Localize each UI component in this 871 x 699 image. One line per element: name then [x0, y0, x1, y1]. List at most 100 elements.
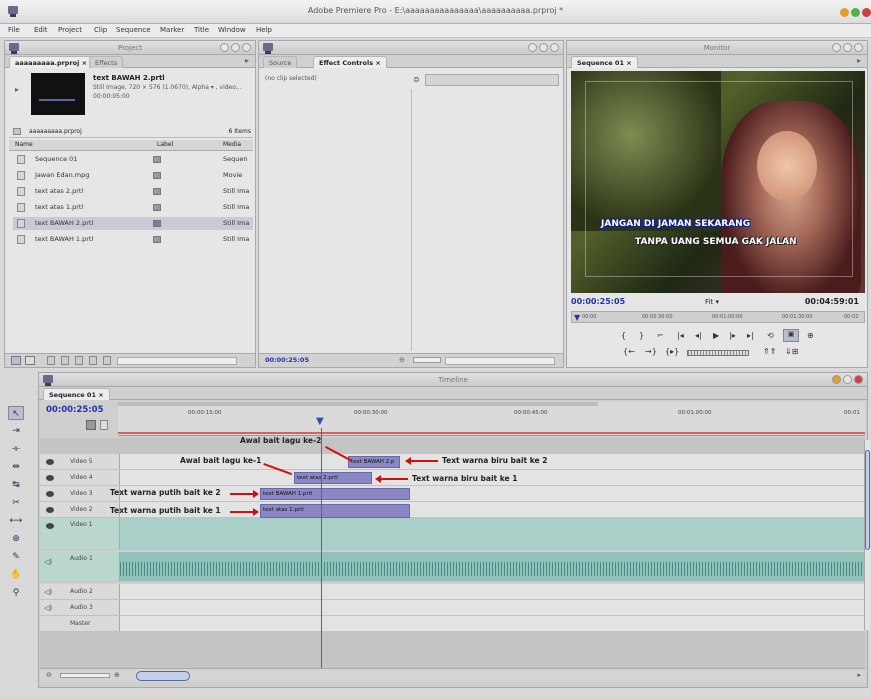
- speaker-icon[interactable]: ◁): [44, 600, 52, 616]
- tab-project[interactable]: aaaaaaaaa.prproj ×: [9, 56, 94, 68]
- tab-source[interactable]: Source: [263, 56, 298, 68]
- minimize-button[interactable]: [840, 8, 849, 17]
- effect-timecode[interactable]: 00:00:25:05: [265, 356, 309, 364]
- col-label[interactable]: Label: [157, 141, 173, 148]
- new-bin-icon[interactable]: [75, 356, 83, 365]
- selection-tool-icon[interactable]: ↖: [8, 406, 24, 420]
- track-select-tool-icon[interactable]: ⇥: [8, 424, 24, 438]
- menu-file[interactable]: File: [8, 26, 20, 34]
- zoom-out-icon[interactable]: ⊖: [399, 356, 405, 364]
- slide-tool-icon[interactable]: ⊕: [8, 532, 24, 546]
- new-item-icon[interactable]: [89, 356, 97, 365]
- timeline-scroll-thumb[interactable]: [136, 671, 190, 681]
- maximize-button[interactable]: [851, 8, 860, 17]
- work-area-bar[interactable]: [118, 402, 598, 406]
- razor-tool-icon[interactable]: ✂: [8, 496, 24, 510]
- panel-menu-icon[interactable]: ▸: [245, 56, 249, 65]
- speaker-icon[interactable]: ◁): [44, 554, 52, 570]
- tab-effects[interactable]: Effects: [89, 56, 124, 68]
- list-item[interactable]: text atas 2.prtl Still Ima: [13, 185, 253, 198]
- set-in-icon[interactable]: {: [621, 331, 626, 340]
- clip-v3[interactable]: text BAWAH 1.prtl: [260, 488, 410, 500]
- loop-icon[interactable]: ⟲: [767, 331, 774, 340]
- rolling-edit-tool-icon[interactable]: ⇹: [8, 460, 24, 474]
- zoom-out-icon[interactable]: ⊖: [46, 671, 52, 679]
- timeline-ruler[interactable]: 00:00:15:00 00:00:30:00 00:00:45:00 00:0…: [118, 402, 865, 436]
- vertical-scroll-thumb[interactable]: [865, 450, 870, 550]
- timeline-vertical-scrollbar[interactable]: [864, 440, 870, 630]
- eye-icon[interactable]: [46, 475, 54, 481]
- timeline-timecode[interactable]: 00:00:25:05: [46, 405, 104, 415]
- hand-tool-icon[interactable]: ✋: [8, 568, 24, 582]
- eye-icon[interactable]: [46, 459, 54, 465]
- effect-options-icon[interactable]: ⊜: [413, 75, 420, 84]
- list-view-icon[interactable]: [11, 356, 21, 365]
- rate-stretch-tool-icon[interactable]: ↹: [8, 478, 24, 492]
- play-icon[interactable]: ▶: [713, 331, 719, 340]
- marker-toggle-icon[interactable]: [100, 420, 108, 430]
- eye-icon[interactable]: [46, 507, 54, 513]
- list-item[interactable]: text atas 1.prtl Still Ima: [13, 201, 253, 214]
- step-back-icon[interactable]: ◂|: [695, 331, 702, 340]
- effect-scrollbar[interactable]: [445, 357, 555, 365]
- safe-margins-icon[interactable]: ▣: [783, 329, 799, 342]
- scroll-right-icon[interactable]: ▸: [857, 671, 861, 679]
- eye-icon[interactable]: [46, 523, 54, 529]
- play-preview-icon[interactable]: ▸: [15, 85, 19, 94]
- go-to-in-icon[interactable]: {←: [623, 347, 635, 356]
- tab-sequence-01[interactable]: Sequence 01 ×: [571, 56, 638, 68]
- clip-v2[interactable]: text atas 1.prtl: [260, 504, 410, 518]
- menu-clip[interactable]: Clip: [94, 26, 107, 34]
- horizontal-scrollbar[interactable]: [117, 357, 237, 365]
- go-to-prev-icon[interactable]: →}: [645, 347, 657, 356]
- tab-timeline-sequence-01[interactable]: Sequence 01 ×: [43, 388, 110, 400]
- menu-edit[interactable]: Edit: [34, 26, 48, 34]
- lift-icon[interactable]: ⇑⇑: [763, 347, 776, 356]
- playhead-icon[interactable]: ▼: [574, 313, 580, 322]
- panel-menu-icon[interactable]: ▸: [857, 56, 861, 65]
- tab-effect-controls[interactable]: Effect Controls ×: [313, 56, 387, 68]
- effect-timeline-area[interactable]: [425, 74, 559, 86]
- zoom-in-icon[interactable]: ⊕: [114, 671, 120, 679]
- list-item[interactable]: Jawan Edan.mpg Movie: [13, 169, 253, 182]
- ripple-edit-tool-icon[interactable]: ⟛: [8, 442, 24, 456]
- eye-icon[interactable]: [46, 491, 54, 497]
- close-button[interactable]: [862, 8, 871, 17]
- menu-marker[interactable]: Marker: [160, 26, 184, 34]
- col-name[interactable]: Name: [15, 141, 33, 148]
- speaker-icon[interactable]: ◁): [44, 584, 52, 600]
- step-forward-icon[interactable]: |▸: [729, 331, 736, 340]
- menu-sequence[interactable]: Sequence: [116, 26, 151, 34]
- list-item[interactable]: Sequence 01 Sequen: [13, 153, 253, 166]
- output-icon[interactable]: ⊕: [807, 331, 814, 340]
- monitor-time-ruler[interactable]: ▼ 00:00 00:00:30:00 00:01:00:00 00:01:30…: [571, 311, 865, 323]
- delete-icon[interactable]: [103, 356, 111, 365]
- monitor-current-timecode[interactable]: 00:00:25:05: [571, 297, 625, 306]
- playhead-handle-icon[interactable]: ▼: [316, 416, 324, 427]
- zoom-slider[interactable]: [413, 357, 441, 363]
- slip-tool-icon[interactable]: ⟷: [8, 514, 24, 528]
- clip-v4[interactable]: text atas 2.prtl: [294, 472, 372, 484]
- play-in-out-icon[interactable]: {▸}: [665, 347, 679, 356]
- marker-icon[interactable]: ⌐: [657, 331, 664, 340]
- extract-icon[interactable]: ⇓⊞: [785, 347, 798, 356]
- menu-help[interactable]: Help: [256, 26, 272, 34]
- menu-title[interactable]: Title: [194, 26, 209, 34]
- menu-window[interactable]: Window: [218, 26, 246, 34]
- find-icon[interactable]: [61, 356, 69, 365]
- list-item[interactable]: text BAWAH 2.prtl Still Ima: [13, 217, 253, 230]
- set-out-icon[interactable]: }: [639, 331, 644, 340]
- list-item[interactable]: text BAWAH 1.prtl Still Ima: [13, 233, 253, 246]
- jog-wheel[interactable]: [687, 350, 749, 356]
- timeline-zoom-slider[interactable]: [60, 673, 110, 678]
- automate-icon[interactable]: [47, 356, 55, 365]
- clip-v5[interactable]: text BAWAH 2.p: [348, 456, 400, 468]
- icon-view-icon[interactable]: [25, 356, 35, 365]
- zoom-fit-select[interactable]: Fit ▾: [705, 298, 719, 306]
- step-back-marker-icon[interactable]: |◂: [677, 331, 684, 340]
- go-to-out-icon[interactable]: ▸|: [747, 331, 754, 340]
- menu-project[interactable]: Project: [58, 26, 82, 34]
- col-media[interactable]: Media: [223, 141, 241, 148]
- pen-tool-icon[interactable]: ✎: [8, 550, 24, 564]
- zoom-tool-icon[interactable]: ⚲: [8, 586, 24, 600]
